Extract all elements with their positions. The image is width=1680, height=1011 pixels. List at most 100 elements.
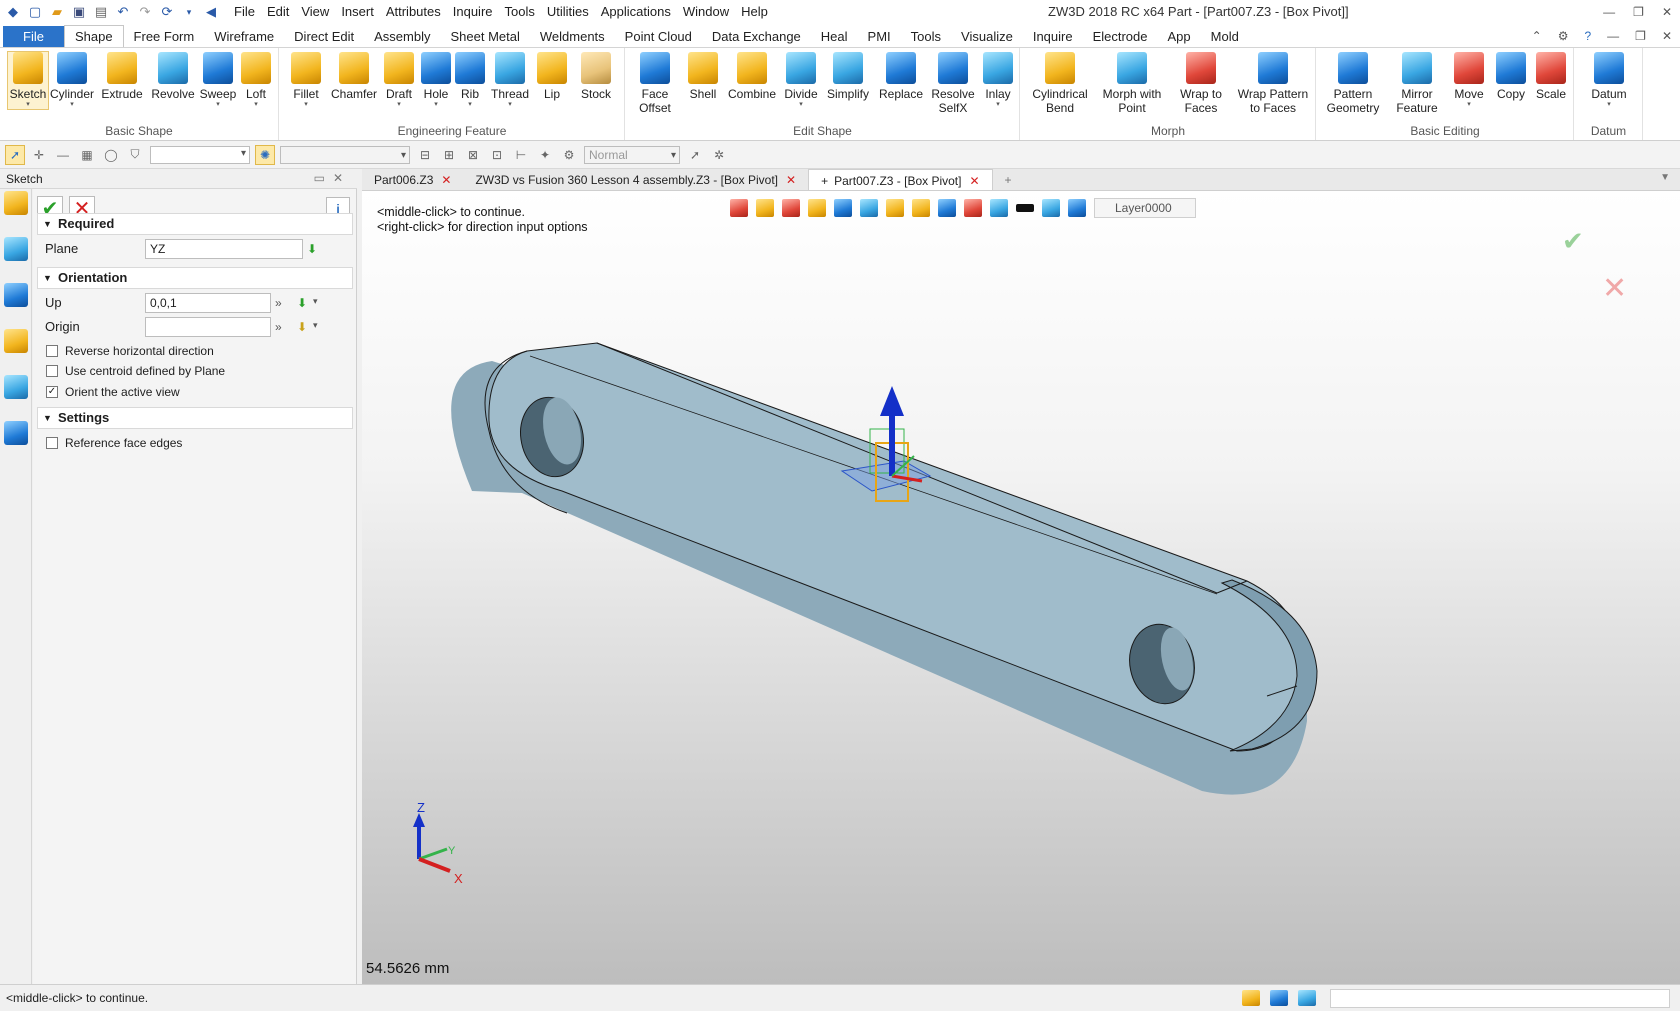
help-icon[interactable]: ? — [1584, 24, 1591, 48]
status-layout-icon[interactable] — [1242, 990, 1260, 1006]
eraser-icon[interactable] — [782, 199, 800, 217]
divide-button[interactable]: Divide ▾ — [780, 52, 822, 109]
draft-button[interactable]: Draft ▾ — [380, 52, 418, 109]
plane-field[interactable]: YZ — [145, 239, 303, 259]
exit-view-icon[interactable] — [730, 199, 748, 217]
status-input-box[interactable] — [1330, 989, 1670, 1008]
history-tree-icon[interactable] — [4, 237, 28, 261]
extrude-button[interactable]: Extrude — [100, 52, 144, 101]
shaded-cube-icon[interactable] — [834, 199, 852, 217]
align-icon-4[interactable]: ⊡ — [488, 146, 506, 164]
align-icon-3[interactable]: ⊠ — [464, 146, 482, 164]
render-icon[interactable]: ⚙ — [560, 146, 578, 164]
graphics-viewport[interactable]: Z Y X Layer0000 <middle-click> to contin… — [362, 191, 1680, 984]
pick-plane-icon[interactable]: ⬇ — [307, 242, 317, 256]
shell-button[interactable]: Shell — [682, 52, 724, 101]
move-button[interactable]: Move ▾ — [1449, 52, 1489, 109]
close-tab-icon[interactable]: ✕ — [969, 174, 979, 188]
revolve-button[interactable]: Revolve — [150, 52, 196, 101]
viewport-ok-icon[interactable]: ✔ — [1562, 226, 1584, 257]
replace-button[interactable]: Replace — [876, 52, 926, 101]
section-required[interactable]: Required — [37, 213, 353, 235]
zoom-fit-icon[interactable] — [938, 199, 956, 217]
open-file-icon[interactable]: ▰ — [48, 3, 66, 21]
settings-gear-icon[interactable]: ⚙ — [1558, 24, 1569, 48]
sketch-button[interactable]: Sketch ▾ — [7, 51, 49, 110]
circle-select-icon[interactable]: ◯ — [102, 146, 120, 164]
pattern-geometry-button[interactable]: Pattern Geometry — [1321, 52, 1385, 115]
filter-view-icon[interactable] — [912, 199, 930, 217]
menu-inquire[interactable]: Inquire — [447, 0, 499, 24]
menu-tools[interactable]: Tools — [499, 0, 541, 24]
close-doc-icon[interactable]: ✕ — [1662, 24, 1672, 48]
layer-combo[interactable]: Layer0000 — [1094, 198, 1196, 218]
line-icon[interactable]: — — [54, 146, 72, 164]
menu-utilities[interactable]: Utilities — [541, 0, 595, 24]
render-mode-combo[interactable]: Normal — [584, 145, 680, 164]
scale-button[interactable]: Scale — [1531, 52, 1571, 101]
undo-icon[interactable]: ↶ — [114, 3, 132, 21]
new-file-icon[interactable]: ▢ — [26, 3, 44, 21]
user-icon[interactable] — [4, 421, 28, 445]
menu-insert[interactable]: Insert — [335, 0, 380, 24]
checkbox-box[interactable] — [46, 437, 58, 449]
tab-direct-edit[interactable]: Direct Edit — [284, 26, 364, 48]
fillet-button[interactable]: Fillet ▾ — [286, 52, 326, 109]
select-arrow-icon[interactable]: ➚ — [5, 144, 25, 165]
tab-mold[interactable]: Mold — [1201, 26, 1249, 48]
tab-file[interactable]: File — [3, 26, 64, 48]
close-tab-icon[interactable]: ✕ — [441, 173, 451, 187]
tab-wireframe[interactable]: Wireframe — [204, 26, 284, 48]
copy-button[interactable]: Copy — [1491, 52, 1531, 101]
stock-button[interactable]: Stock — [574, 52, 618, 101]
menu-help[interactable]: Help — [735, 0, 774, 24]
thread-button[interactable]: Thread ▾ — [488, 52, 532, 109]
origin-dropdown-icon[interactable]: ▾ — [313, 320, 318, 331]
tab-electrode[interactable]: Electrode — [1083, 26, 1158, 48]
print-icon[interactable]: ▤ — [92, 3, 110, 21]
datum-button[interactable]: Datum ▾ — [1585, 52, 1633, 109]
wrap-pattern-to-faces-button[interactable]: Wrap Pattern to Faces — [1233, 52, 1313, 115]
face-offset-button[interactable]: Face Offset — [630, 52, 680, 115]
loft-button[interactable]: Loft ▾ — [238, 52, 274, 109]
layer-stack-icon[interactable] — [1068, 199, 1086, 217]
rib-button[interactable]: Rib ▾ — [454, 52, 486, 109]
menu-edit[interactable]: Edit — [261, 0, 295, 24]
simplify-button[interactable]: Simplify — [822, 52, 874, 101]
cylinder-button[interactable]: Cylinder ▾ — [50, 52, 94, 109]
hex-view-icon[interactable] — [886, 199, 904, 217]
menu-view[interactable]: View — [295, 0, 335, 24]
tab-app[interactable]: App — [1158, 26, 1201, 48]
tab-visualize[interactable]: Visualize — [951, 26, 1023, 48]
save-icon[interactable]: ▣ — [70, 3, 88, 21]
redo-icon[interactable]: ↷ — [136, 3, 154, 21]
viewport-cancel-icon[interactable]: ✕ — [1602, 271, 1627, 306]
visual-manager-icon[interactable] — [4, 375, 28, 399]
collapse-ribbon-icon[interactable]: ⌃ — [1532, 24, 1542, 48]
wrap-to-faces-button[interactable]: Wrap to Faces — [1171, 52, 1231, 115]
tab-assembly[interactable]: Assembly — [364, 26, 440, 48]
section-settings[interactable]: Settings — [37, 407, 353, 429]
new-tab-icon[interactable]: + — [993, 169, 1024, 190]
menu-file[interactable]: File — [228, 0, 261, 24]
pick-origin-icon[interactable]: ⬇ — [297, 320, 307, 334]
lip-button[interactable]: Lip — [534, 52, 570, 101]
line-weight-icon[interactable] — [1016, 204, 1034, 212]
align-icon-5[interactable]: ⊢ — [512, 146, 530, 164]
pick-up-icon[interactable]: ⬇ — [297, 296, 307, 310]
tab-free-form[interactable]: Free Form — [124, 26, 205, 48]
morph-with-point-button[interactable]: Morph with Point — [1097, 52, 1167, 115]
pick-combo[interactable] — [280, 145, 410, 164]
chamfer-button[interactable]: Chamfer — [328, 52, 380, 101]
up-dropdown-icon[interactable]: ▾ — [313, 296, 318, 307]
close-tab-icon[interactable]: ✕ — [786, 173, 796, 187]
tab-heal[interactable]: Heal — [811, 26, 858, 48]
up-field[interactable]: 0,0,1 — [145, 293, 271, 313]
combine-button[interactable]: Combine — [726, 52, 778, 101]
sketch-panel-icon[interactable] — [4, 191, 28, 215]
tab-list-icon[interactable]: ▼ — [1660, 172, 1670, 183]
tab-tools[interactable]: Tools — [901, 26, 951, 48]
checkbox-checked[interactable]: ✓ — [46, 386, 58, 398]
refresh-icon[interactable]: ⟳ — [158, 3, 176, 21]
doc-tab-part006[interactable]: Part006.Z3 ✕ — [362, 169, 463, 190]
